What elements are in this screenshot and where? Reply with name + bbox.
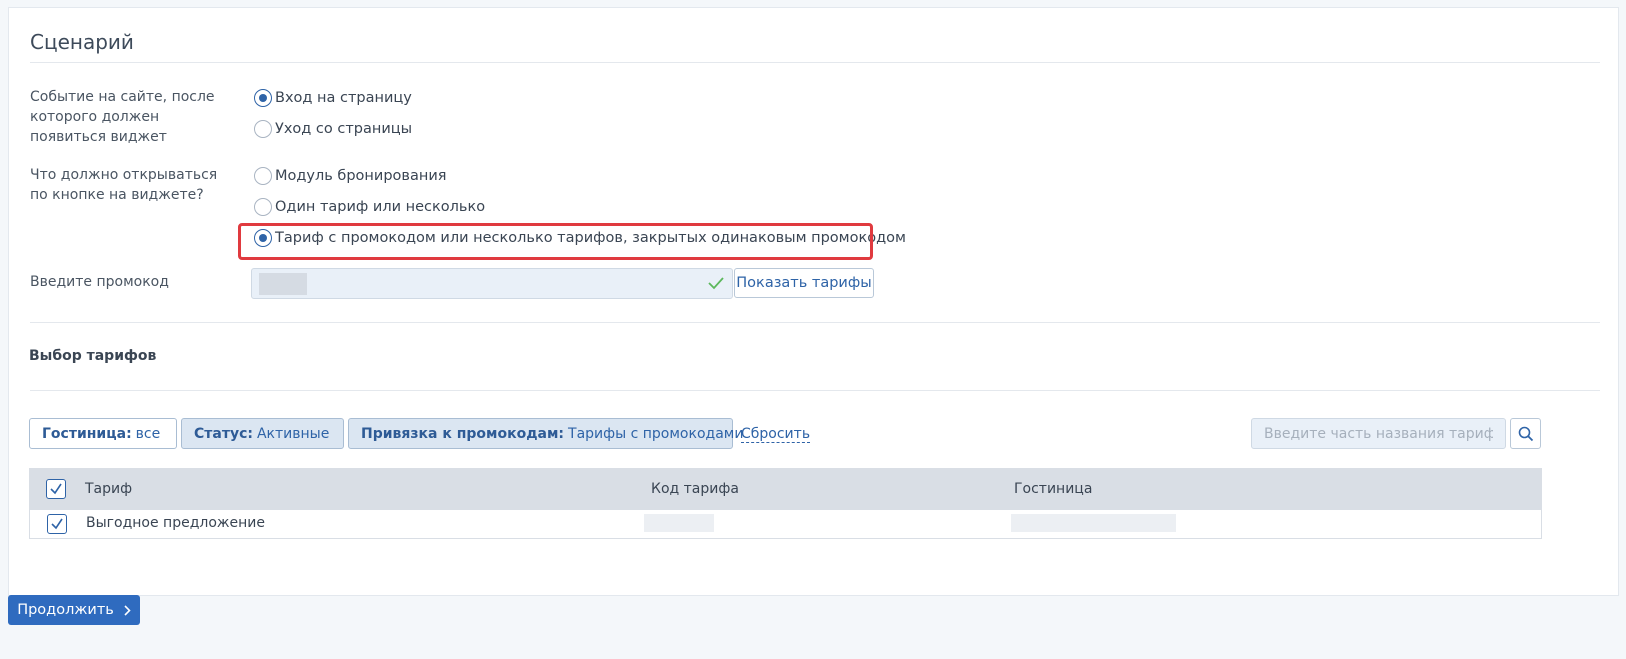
row-checkbox[interactable]	[47, 514, 67, 534]
rates-table-header: Тариф Код тарифа Гостиница	[29, 468, 1542, 510]
table-row[interactable]: Выгодное предложение	[29, 510, 1542, 539]
event-label: Событие на сайте, после которого должен …	[30, 89, 215, 145]
radio-promo-rates[interactable]: Тариф с промокодом или несколько тарифов…	[254, 229, 906, 247]
scenario-card: Сценарий Событие на сайте, после которог…	[8, 7, 1619, 596]
radio-booking-module-label: Модуль бронирования	[275, 168, 447, 184]
check-icon	[51, 518, 63, 530]
row-rate-code	[644, 514, 714, 532]
chevron-right-icon	[124, 604, 131, 616]
check-icon	[708, 277, 724, 290]
search-icon	[1518, 426, 1533, 441]
radio-leave-page-label: Уход со страницы	[275, 121, 413, 137]
check-icon	[50, 483, 62, 495]
divider	[30, 390, 1600, 391]
rates-section-title: Выбор тарифов	[29, 348, 157, 364]
column-hotel: Гостиница	[1014, 481, 1093, 497]
filter-hotel-key: Гостиница:	[42, 425, 132, 442]
column-rate-code: Код тарифа	[651, 481, 739, 497]
page-title: Сценарий	[30, 30, 134, 54]
filter-status[interactable]: Статус: Активные	[181, 418, 344, 449]
open-label: Что должно открываться по кнопке на видж…	[30, 167, 218, 203]
select-all-checkbox[interactable]	[46, 479, 66, 499]
radio-one-or-several-rates[interactable]: Один тариф или несколько	[254, 198, 485, 216]
divider	[30, 322, 1600, 323]
continue-button-label: Продолжить	[17, 602, 114, 618]
promo-input[interactable]	[251, 268, 733, 299]
radio-booking-module-control[interactable]	[254, 167, 272, 185]
filter-promo-binding-key: Привязка к промокодам:	[361, 425, 565, 442]
row-rate-name: Выгодное предложение	[86, 515, 265, 531]
search-button[interactable]	[1510, 418, 1541, 449]
radio-enter-page-control[interactable]	[254, 89, 272, 107]
radio-enter-page-label: Вход на страницу	[275, 90, 412, 106]
filter-hotel[interactable]: Гостиница: все	[29, 418, 177, 449]
filter-status-value: Активные	[256, 425, 330, 442]
rate-search-input[interactable]	[1251, 418, 1506, 449]
radio-enter-page[interactable]: Вход на страницу	[254, 89, 412, 107]
reset-filters-link[interactable]: Сбросить	[741, 426, 811, 443]
radio-one-or-several-rates-control[interactable]	[254, 198, 272, 216]
filter-promo-binding[interactable]: Привязка к промокодам: Тарифы с промокод…	[348, 418, 743, 449]
radio-leave-page[interactable]: Уход со страницы	[254, 120, 412, 138]
continue-button[interactable]: Продолжить	[8, 595, 140, 625]
filter-hotel-value: все	[135, 425, 161, 442]
radio-promo-rates-control[interactable]	[254, 229, 272, 247]
radio-promo-rates-label: Тариф с промокодом или несколько тарифов…	[275, 230, 906, 246]
divider	[30, 62, 1600, 63]
filter-status-key: Статус:	[194, 425, 253, 442]
row-hotel	[1011, 514, 1176, 532]
show-rates-button[interactable]: Показать тарифы	[734, 268, 874, 298]
column-rate: Тариф	[85, 481, 133, 497]
radio-one-or-several-rates-label: Один тариф или несколько	[275, 199, 486, 215]
promo-value	[259, 273, 307, 295]
filter-promo-binding-value: Тарифы с промокодами	[568, 425, 744, 442]
radio-leave-page-control[interactable]	[254, 120, 272, 138]
radio-booking-module[interactable]: Модуль бронирования	[254, 167, 446, 185]
promo-label: Введите промокод	[30, 274, 169, 290]
